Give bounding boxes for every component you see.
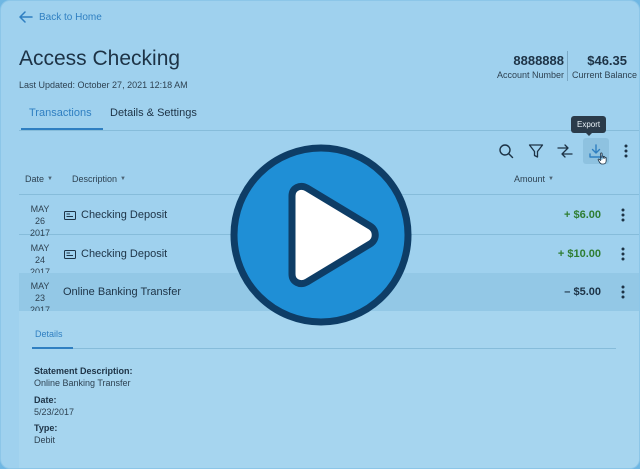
chevron-down-icon: ▼ (120, 176, 126, 182)
video-thumbnail-frame: Back to Home Access Checking Last Update… (0, 0, 640, 469)
check-deposit-icon (64, 210, 76, 220)
row-more-button[interactable] (615, 283, 631, 301)
search-button[interactable] (495, 140, 517, 162)
statement-description-label: Statement Description: (34, 366, 133, 376)
column-header-description[interactable]: Description ▼ (72, 174, 126, 184)
tab-transactions[interactable]: Transactions (29, 107, 92, 119)
column-description-label: Description (72, 174, 118, 184)
detail-type-label: Type: (34, 423, 58, 433)
column-amount-label: Amount (514, 174, 546, 184)
tooltip-arrow (585, 132, 593, 136)
chevron-down-icon: ▼ (47, 176, 53, 182)
transaction-date: MAY 26 2017 (25, 203, 55, 239)
transaction-description: Checking Deposit (64, 209, 167, 221)
transaction-amount: + $6.00 (563, 209, 601, 221)
transaction-description: Checking Deposit (64, 248, 167, 260)
detail-date-value: 5/23/2017 (34, 407, 75, 417)
tab-details-settings[interactable]: Details & Settings (110, 107, 197, 119)
transaction-month-day: MAY 23 (30, 281, 50, 303)
back-to-home-link[interactable]: Back to Home (19, 11, 102, 23)
transaction-amount: – $5.00 (564, 286, 601, 298)
transaction-description-text: Checking Deposit (81, 248, 168, 260)
transaction-description-text: Checking Deposit (81, 209, 168, 221)
tab-details[interactable]: Details (35, 329, 63, 339)
export-button[interactable] (583, 138, 609, 165)
sort-button[interactable] (554, 140, 576, 162)
transaction-detail-panel (19, 311, 639, 468)
more-vertical-icon (624, 144, 628, 158)
last-updated-text: Last Updated: October 27, 2021 12:18 AM (19, 80, 188, 90)
transaction-amount: + $10.00 (557, 248, 601, 260)
statement-description-value: Online Banking Transfer (34, 378, 131, 388)
hand-cursor-icon (597, 152, 607, 165)
more-vertical-icon (621, 247, 625, 261)
back-label: Back to Home (39, 11, 102, 23)
play-button[interactable] (230, 144, 412, 326)
sort-icon (557, 144, 573, 158)
details-divider (73, 348, 616, 349)
more-options-button[interactable] (615, 140, 637, 162)
row-more-button[interactable] (615, 245, 631, 263)
transaction-description-text: Online Banking Transfer (63, 286, 182, 298)
row-more-button[interactable] (615, 206, 631, 224)
filter-icon (528, 144, 544, 158)
filter-button[interactable] (525, 140, 547, 162)
transaction-month-day: MAY 26 (30, 204, 50, 226)
chevron-down-icon: ▼ (548, 176, 554, 182)
current-balance-label: Current Balance (571, 70, 637, 80)
transaction-month-day: MAY 24 (30, 243, 50, 265)
tabs-divider (19, 130, 639, 131)
check-deposit-icon (64, 249, 76, 259)
column-date-label: Date (25, 174, 45, 184)
detail-date-label: Date: (34, 395, 57, 405)
column-header-amount[interactable]: Amount ▼ (514, 174, 554, 184)
current-balance-value: $46.35 (587, 53, 627, 68)
transaction-description: Online Banking Transfer (63, 286, 181, 298)
column-header-date[interactable]: Date ▼ (25, 174, 53, 184)
more-vertical-icon (621, 208, 625, 222)
search-icon (499, 144, 514, 159)
detail-type-value: Debit (34, 435, 56, 445)
page-title: Access Checking (19, 47, 181, 70)
account-number-label: Account Number (496, 70, 564, 80)
arrow-left-icon (19, 11, 33, 23)
active-tab-indicator (32, 347, 73, 349)
more-vertical-icon (621, 285, 625, 299)
export-tooltip: Export (571, 116, 607, 133)
